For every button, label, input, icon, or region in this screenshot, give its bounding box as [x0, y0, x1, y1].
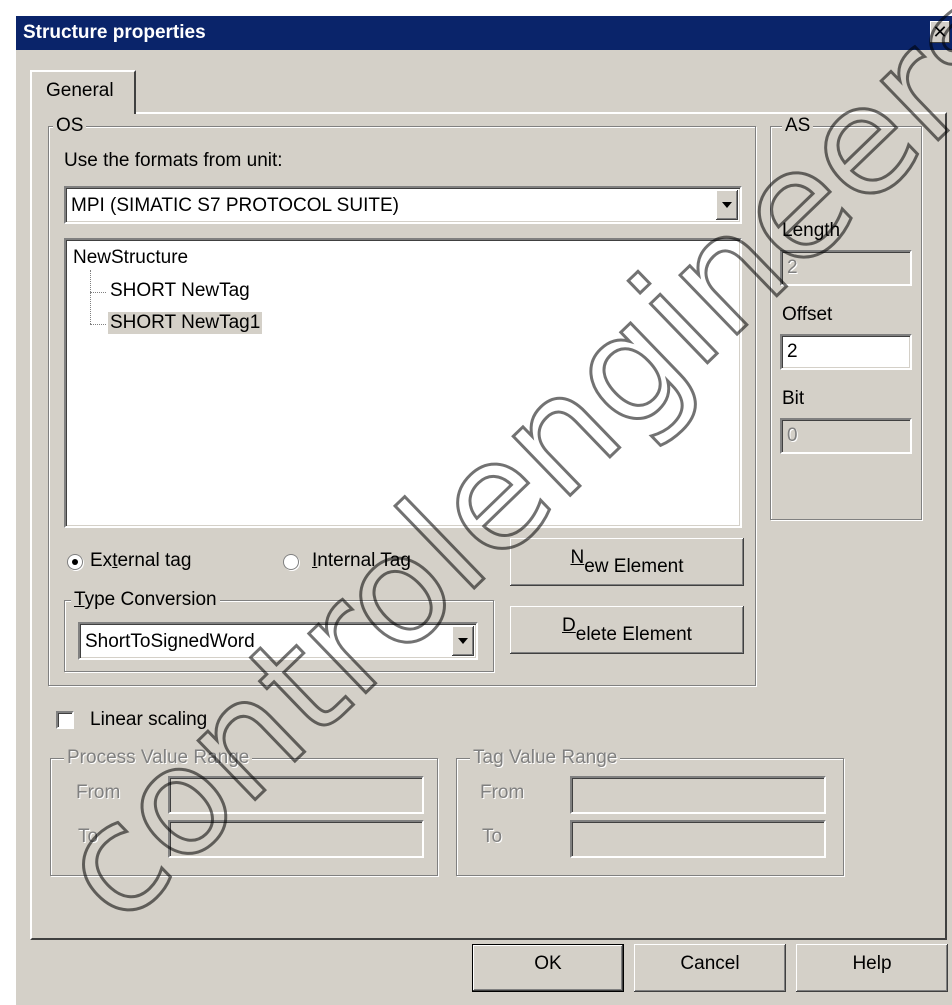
bit-field: 0 — [780, 418, 912, 454]
offset-value: 2 — [787, 341, 798, 362]
formats-label: Use the formats from unit: — [64, 150, 283, 171]
unit-select[interactable]: MPI (SIMATIC S7 PROTOCOL SUITE) — [64, 186, 742, 224]
internal-tag-radio[interactable] — [284, 555, 298, 569]
window-title: Structure properties — [23, 22, 206, 43]
linear-scaling-label[interactable]: Linear scaling — [90, 709, 207, 731]
tree-child-item[interactable]: SHORT NewTag — [110, 280, 250, 302]
title-bar[interactable]: Structure properties ✕ — [16, 16, 952, 50]
tree-connector — [90, 324, 106, 325]
tvr-from-field — [570, 776, 826, 814]
new-element-button[interactable]: New Element — [510, 538, 744, 586]
delete-element-button[interactable]: Delete Element — [510, 606, 744, 654]
process-value-range-legend: Process Value Range — [64, 748, 253, 768]
offset-field[interactable]: 2 — [780, 334, 912, 370]
bit-value: 0 — [787, 425, 798, 446]
bit-label: Bit — [782, 388, 805, 409]
chevron-down-icon[interactable] — [716, 190, 738, 220]
cancel-label: Cancel — [680, 953, 740, 974]
length-value: 2 — [787, 257, 798, 278]
external-tag-radio[interactable] — [68, 555, 82, 569]
help-button[interactable]: Help — [796, 944, 948, 992]
pvr-from-label: From — [76, 782, 121, 803]
dialog-window: Structure properties ✕ General OS Use th… — [16, 16, 952, 1005]
tag-value-range-legend: Tag Value Range — [470, 748, 621, 768]
cancel-button[interactable]: Cancel — [634, 944, 786, 992]
delete-element-label: Delete Element — [562, 615, 692, 645]
tab-general[interactable]: General — [30, 70, 136, 114]
type-conversion-select[interactable]: ShortToSignedWord — [78, 622, 478, 660]
length-field: 2 — [780, 250, 912, 286]
close-icon: ✕ — [932, 22, 948, 42]
tree-root-item[interactable]: NewStructure — [73, 247, 188, 269]
type-conversion-value: ShortToSignedWord — [85, 631, 255, 652]
internal-tag-label[interactable]: Internal Tag — [312, 550, 411, 572]
tvr-to-field — [570, 820, 826, 858]
pvr-to-field — [168, 820, 424, 858]
os-group-legend: OS — [53, 116, 87, 136]
tree-child-item-selected[interactable]: SHORT NewTag1 — [108, 312, 263, 334]
external-tag-label[interactable]: External tag — [90, 550, 191, 572]
tvr-to-label: To — [482, 826, 503, 847]
tab-general-label: General — [46, 80, 114, 101]
chevron-down-icon[interactable] — [452, 626, 474, 656]
as-group-legend: AS — [782, 116, 814, 136]
ok-label: OK — [534, 953, 562, 974]
tree-connector — [90, 270, 91, 324]
tree-connector — [90, 292, 106, 293]
close-button[interactable]: ✕ — [930, 21, 950, 43]
pvr-from-field — [168, 776, 424, 814]
length-label: Length — [782, 220, 841, 241]
type-conversion-legend: Type Conversion — [71, 590, 220, 610]
help-label: Help — [852, 953, 892, 974]
new-element-label: New Element — [570, 547, 684, 577]
tvr-from-label: From — [480, 782, 525, 803]
unit-select-value: MPI (SIMATIC S7 PROTOCOL SUITE) — [71, 195, 399, 216]
offset-label: Offset — [782, 304, 833, 325]
structure-tree[interactable]: NewStructure SHORT NewTag SHORT NewTag1 — [64, 238, 742, 528]
linear-scaling-checkbox[interactable] — [56, 711, 74, 729]
pvr-to-label: To — [78, 826, 99, 847]
ok-button[interactable]: OK — [472, 944, 624, 992]
